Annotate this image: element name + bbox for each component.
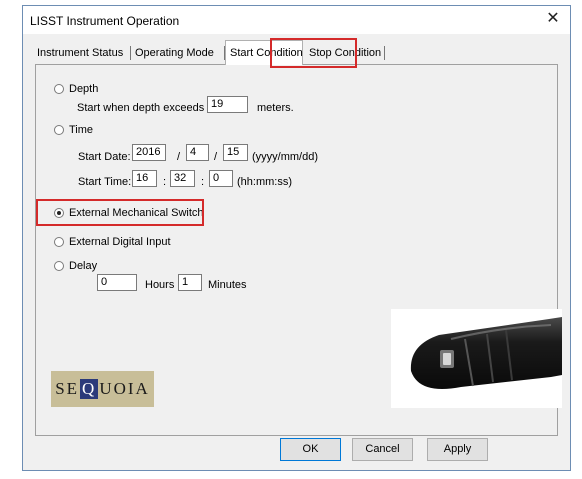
tab-operating-mode[interactable]: Operating Mode xyxy=(131,42,225,64)
depth-unit: meters. xyxy=(257,102,294,114)
time-separator-2: : xyxy=(201,176,205,188)
depth-radio[interactable] xyxy=(54,84,64,94)
delay-hours-input[interactable]: 0 xyxy=(97,274,137,291)
cancel-button[interactable]: Cancel xyxy=(352,438,413,461)
delay-minutes-input[interactable]: 1 xyxy=(178,274,202,291)
external-digital-input-label: External Digital Input xyxy=(69,236,171,248)
tab-instrument-status[interactable]: Instrument Status xyxy=(33,42,131,64)
time-option[interactable]: Time xyxy=(54,124,93,136)
start-year-input[interactable]: 2016 xyxy=(132,144,166,161)
depth-option[interactable]: Depth xyxy=(54,83,98,95)
delay-minutes-label: Minutes xyxy=(208,279,247,291)
external-digital-input-radio[interactable] xyxy=(54,237,64,247)
logo-q: Q xyxy=(80,379,99,399)
depth-input[interactable]: 19 xyxy=(207,96,248,113)
close-icon[interactable]: ✕ xyxy=(542,9,564,29)
time-label: Time xyxy=(69,124,94,136)
start-day-input[interactable]: 15 xyxy=(223,144,248,161)
apply-button[interactable]: Apply xyxy=(427,438,488,461)
start-time-label: Start Time: xyxy=(78,176,132,188)
delay-option[interactable]: Delay xyxy=(54,260,97,272)
time-separator-1: : xyxy=(163,176,167,188)
title-bar: LISST Instrument Operation ✕ xyxy=(23,6,570,34)
depth-label: Depth xyxy=(69,83,99,95)
delay-hours-label: Hours xyxy=(145,279,175,291)
window-title: LISST Instrument Operation xyxy=(30,14,180,28)
logo-text-start: SE xyxy=(55,379,80,398)
start-hour-input[interactable]: 16 xyxy=(132,170,157,187)
highlight-external-mechanical-switch xyxy=(36,199,204,226)
delay-radio[interactable] xyxy=(54,261,64,271)
start-second-input[interactable]: 0 xyxy=(209,170,233,187)
start-date-label: Start Date: xyxy=(78,151,131,163)
highlight-stop-condition-tab xyxy=(270,38,357,68)
date-separator-2: / xyxy=(214,151,218,163)
logo-text-end: UOIA xyxy=(99,379,150,398)
depth-text: Start when depth exceeds xyxy=(77,102,205,114)
instrument-image xyxy=(410,317,562,389)
time-radio[interactable] xyxy=(54,125,64,135)
ok-button[interactable]: OK xyxy=(280,438,341,461)
sequoia-logo: SE Q UOIA xyxy=(51,371,154,407)
time-format-hint: (hh:mm:ss) xyxy=(237,176,292,188)
external-digital-input-option[interactable]: External Digital Input xyxy=(54,236,171,248)
delay-label: Delay xyxy=(69,260,98,272)
date-separator-1: / xyxy=(177,151,181,163)
start-month-input[interactable]: 4 xyxy=(186,144,209,161)
start-minute-input[interactable]: 32 xyxy=(170,170,195,187)
date-format-hint: (yyyy/mm/dd) xyxy=(252,151,318,163)
instrument-photo xyxy=(391,309,562,408)
